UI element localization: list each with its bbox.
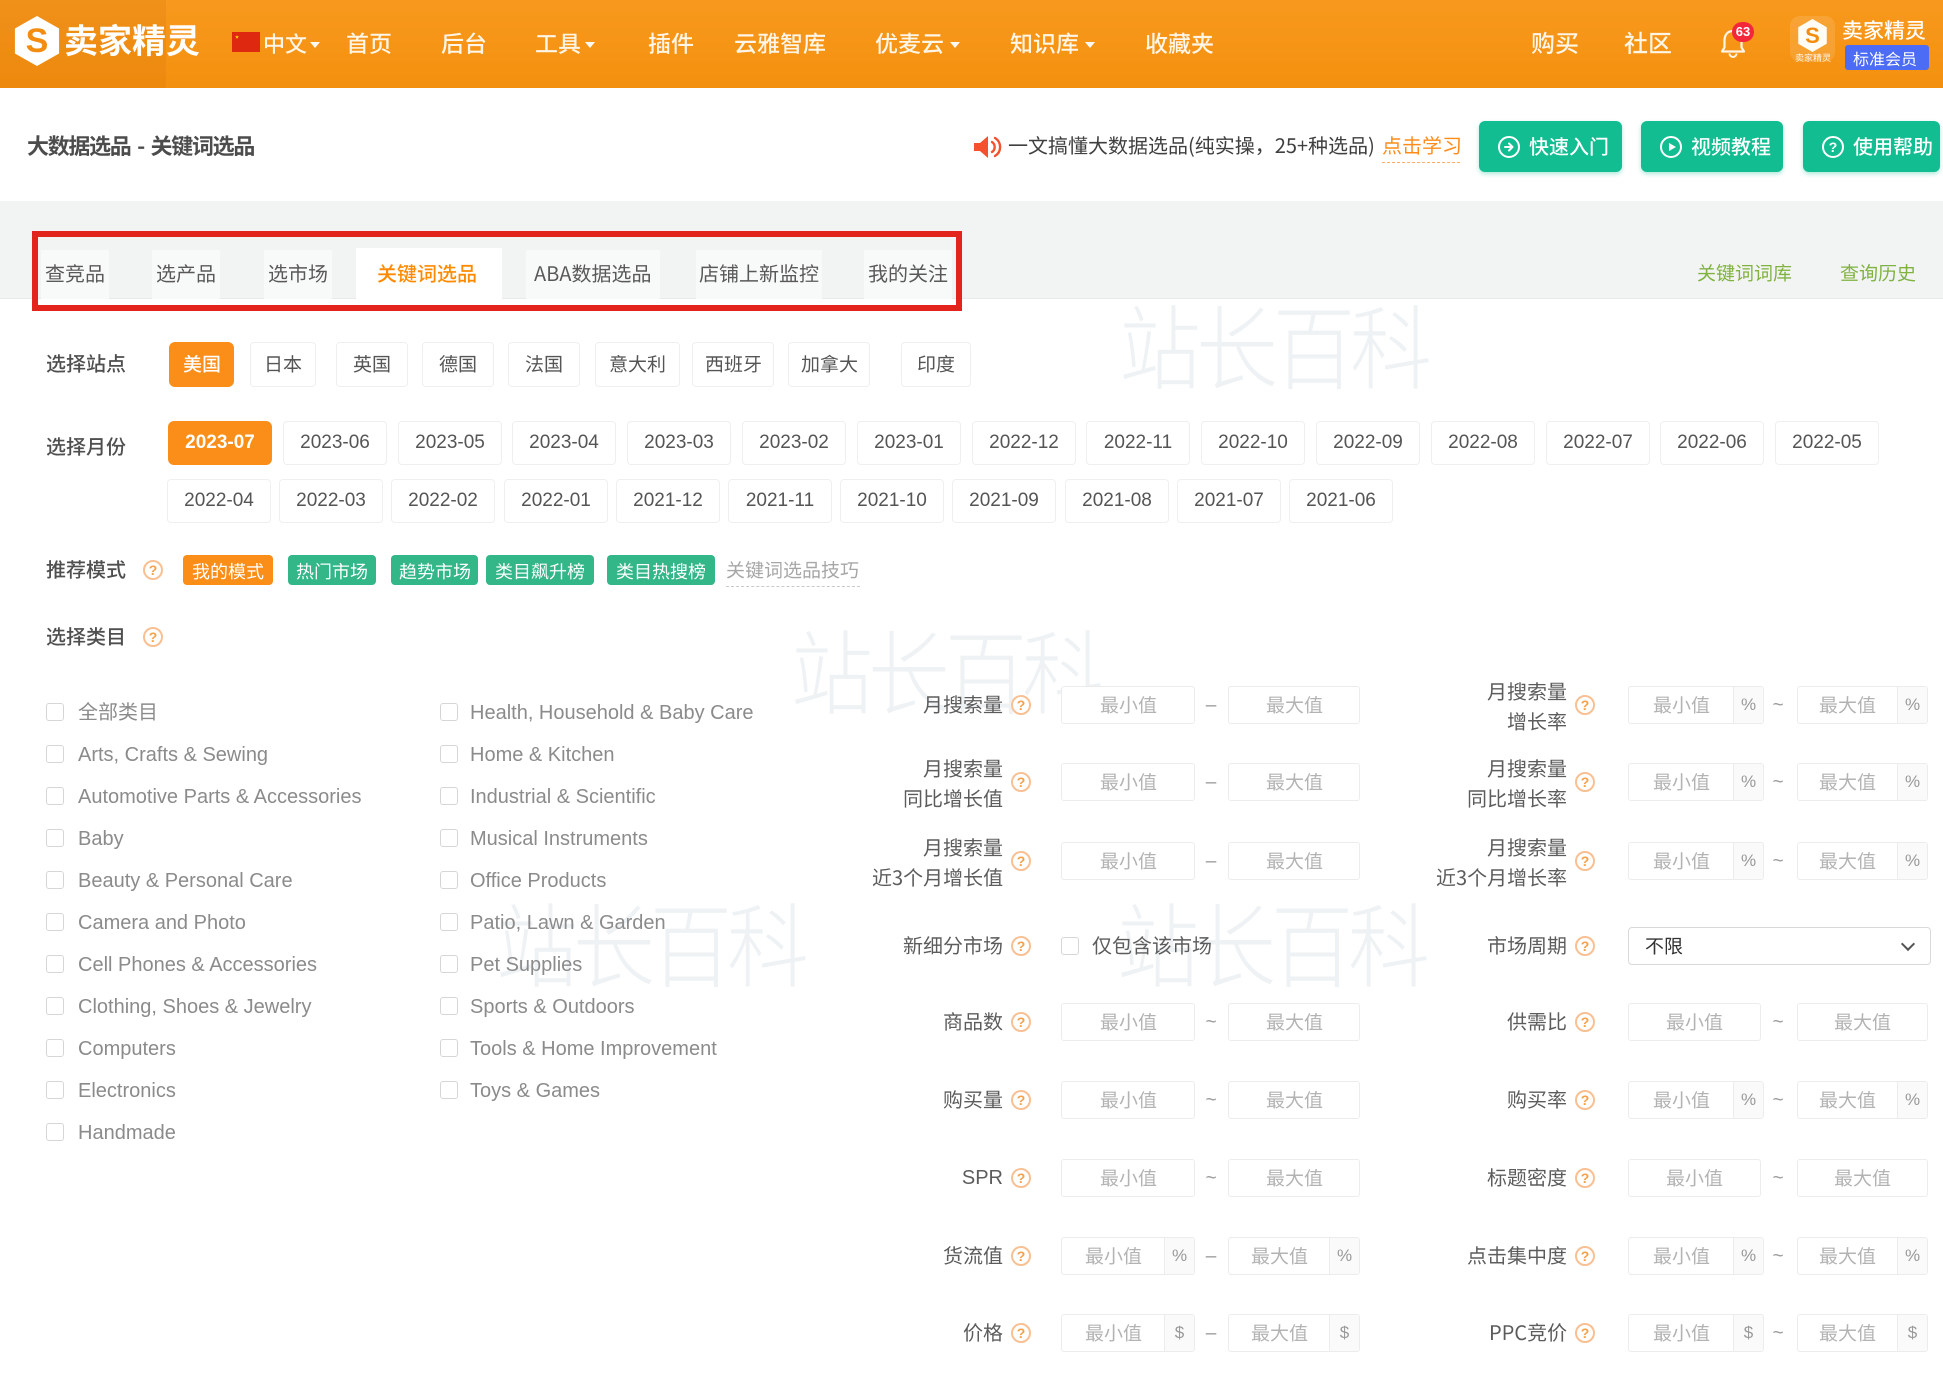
- svg-text:?: ?: [1829, 139, 1838, 155]
